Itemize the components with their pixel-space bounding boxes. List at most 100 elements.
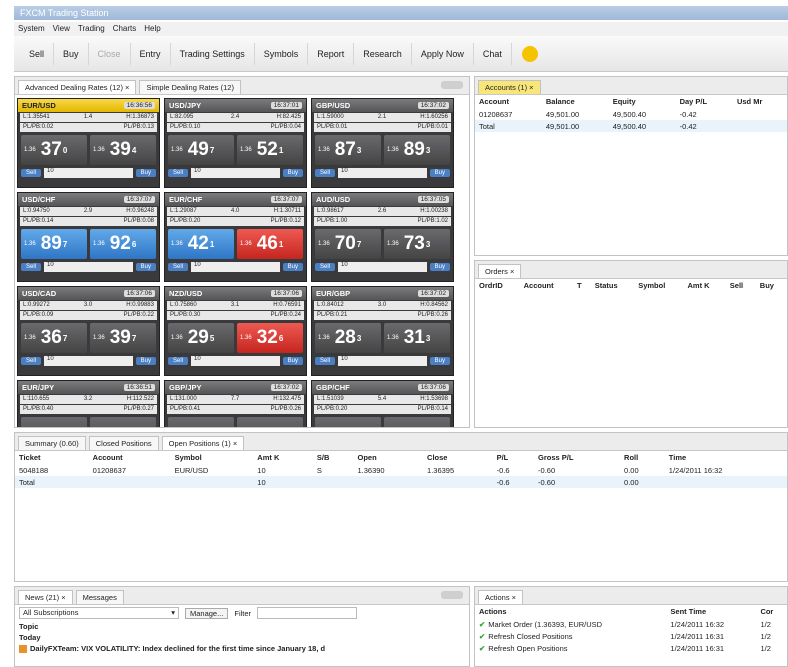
symbols-button[interactable]: Symbols — [255, 42, 309, 65]
column-header[interactable]: Gross P/L — [534, 451, 620, 464]
tile-buy-button[interactable]: Buy — [429, 263, 450, 271]
tile-buy-button[interactable]: Buy — [135, 357, 156, 365]
tile-buy-price[interactable]: 1.36 52 1 — [237, 135, 303, 165]
column-header[interactable]: Time — [665, 451, 787, 464]
entry-button[interactable]: Entry — [131, 42, 171, 65]
column-header[interactable]: Actions — [475, 605, 666, 618]
tile-sell-price[interactable]: 1.36 28 3 — [315, 323, 381, 353]
apply-now-button[interactable]: Apply Now — [412, 42, 474, 65]
tile-sell-button[interactable]: Sell — [168, 263, 189, 271]
tile-header[interactable]: USD/JPY 16:37:01 — [165, 99, 306, 112]
column-header[interactable]: Amt K — [684, 279, 726, 292]
tile-header[interactable]: EUR/USD 16:36:56 — [18, 99, 159, 112]
tab-positions-0[interactable]: Summary (0.60) — [18, 436, 86, 450]
tab-orders[interactable]: Orders × — [478, 264, 522, 278]
tile-sell-price[interactable]: 1.36 37 0 — [21, 135, 87, 165]
tab-positions-1[interactable]: Closed Positions — [88, 436, 159, 450]
tile-header[interactable]: EUR/GBP 16:37:02 — [312, 287, 453, 300]
tile-header[interactable]: EUR/CHF 16:37:07 — [165, 193, 306, 206]
column-header[interactable]: Roll — [620, 451, 665, 464]
tile-header[interactable]: USD/CHF 16:37:07 — [18, 193, 159, 206]
tile-sell-price[interactable]: 1.36 — [315, 417, 381, 427]
column-header[interactable]: Cor — [756, 605, 787, 618]
tile-buy-button[interactable]: Buy — [282, 169, 303, 177]
tile-buy-price[interactable]: 1.36 39 7 — [90, 323, 156, 353]
tile-buy-price[interactable]: 1.36 32 6 — [237, 323, 303, 353]
tile-amount-input[interactable]: 10 — [338, 168, 427, 178]
tile-buy-price[interactable]: 1.36 46 1 — [237, 229, 303, 259]
tile-header[interactable]: NZD/USD 16:37:06 — [165, 287, 306, 300]
tab-positions-2[interactable]: Open Positions (1) × — [161, 436, 245, 450]
column-header[interactable]: Close — [423, 451, 493, 464]
tab-news-0[interactable]: News (21) × — [18, 590, 73, 604]
menu-item-system[interactable]: System — [18, 24, 45, 34]
tile-amount-input[interactable]: 10 — [191, 168, 280, 178]
tile-amount-input[interactable]: 10 — [44, 262, 133, 272]
tile-sell-button[interactable]: Sell — [315, 263, 336, 271]
chat-button[interactable]: Chat — [474, 42, 512, 65]
lightbulb-icon[interactable] — [521, 45, 538, 62]
column-header[interactable]: Ticket — [15, 451, 89, 464]
tile-header[interactable]: USD/CAD 16:37:06 — [18, 287, 159, 300]
column-header[interactable]: Account — [89, 451, 171, 464]
tile-sell-price[interactable]: 1.36 — [21, 417, 87, 427]
column-header[interactable]: Balance — [542, 95, 609, 108]
tile-buy-price[interactable]: 1.36 — [90, 417, 156, 427]
tile-buy-price[interactable]: 1.36 73 3 — [384, 229, 450, 259]
position-row[interactable]: 5048188 01208637 EUR/USD 10 S 1.36390 1.36395 -… — [15, 464, 787, 476]
tile-sell-button[interactable]: Sell — [168, 357, 189, 365]
subscription-select[interactable]: All Subscriptions ▾ — [19, 607, 179, 619]
tile-sell-button[interactable]: Sell — [21, 263, 42, 271]
tab-accounts[interactable]: Accounts (1) × — [478, 80, 541, 94]
tile-buy-price[interactable]: 1.36 — [384, 417, 450, 427]
menu-item-view[interactable]: View — [53, 24, 70, 34]
column-header[interactable]: Buy — [756, 279, 787, 292]
action-row[interactable]: ✔ Refresh Open Positions 1/24/2011 16:31 1/… — [475, 642, 787, 654]
account-row[interactable]: Total 49,501.00 49,500.40 -0.42 — [475, 120, 787, 132]
menu-item-charts[interactable]: Charts — [113, 24, 137, 34]
column-header[interactable]: Account — [475, 95, 542, 108]
tile-header[interactable]: EUR/JPY 16:36:51 — [18, 381, 159, 394]
tile-amount-input[interactable]: 10 — [338, 262, 427, 272]
tile-amount-input[interactable]: 10 — [338, 356, 427, 366]
tile-buy-price[interactable]: 1.36 39 4 — [90, 135, 156, 165]
tile-amount-input[interactable]: 10 — [44, 356, 133, 366]
tab-actions[interactable]: Actions × — [478, 590, 524, 604]
tab-news-1[interactable]: Messages — [75, 590, 124, 604]
tile-sell-price[interactable]: 1.36 49 7 — [168, 135, 234, 165]
tile-sell-price[interactable]: 1.36 87 3 — [315, 135, 381, 165]
filter-input[interactable] — [257, 607, 358, 619]
column-header[interactable]: Symbol — [171, 451, 254, 464]
tile-buy-button[interactable]: Buy — [282, 263, 303, 271]
tile-buy-price[interactable]: 1.36 31 3 — [384, 323, 450, 353]
news-item[interactable]: DailyFXTeam: VIX VOLATILITY: Index decli… — [15, 643, 469, 654]
menu-item-help[interactable]: Help — [144, 24, 160, 34]
column-header[interactable]: Amt K — [253, 451, 313, 464]
tile-buy-button[interactable]: Buy — [135, 169, 156, 177]
report-button[interactable]: Report — [308, 42, 355, 65]
column-header[interactable]: T — [573, 279, 591, 292]
tile-amount-input[interactable]: 10 — [191, 262, 280, 272]
research-button[interactable]: Research — [354, 42, 412, 65]
column-header[interactable]: P/L — [493, 451, 534, 464]
column-header[interactable]: Equity — [609, 95, 676, 108]
tile-header[interactable]: AUD/USD 16:37:05 — [312, 193, 453, 206]
action-row[interactable]: ✔ Refresh Closed Positions 1/24/2011 16:31… — [475, 630, 787, 642]
tile-sell-button[interactable]: Sell — [21, 357, 42, 365]
tile-sell-button[interactable]: Sell — [21, 169, 42, 177]
action-row[interactable]: ✔ Market Order (1.36393, EUR/USD 1/24/2011… — [475, 618, 787, 630]
tile-buy-button[interactable]: Buy — [135, 263, 156, 271]
column-header[interactable]: Sent Time — [666, 605, 756, 618]
column-header[interactable]: Sell — [726, 279, 756, 292]
column-header[interactable]: Day P/L — [676, 95, 733, 108]
column-header[interactable]: S/B — [313, 451, 354, 464]
tile-sell-price[interactable]: 1.36 36 7 — [21, 323, 87, 353]
position-row[interactable]: Total 10 -0.6 -0.60 0.00 — [15, 476, 787, 488]
tile-sell-button[interactable]: Sell — [315, 169, 336, 177]
column-header[interactable]: Account — [520, 279, 573, 292]
column-header[interactable]: Usd Mr — [733, 95, 787, 108]
tile-buy-price[interactable]: 1.36 89 3 — [384, 135, 450, 165]
tile-buy-price[interactable]: 1.36 — [237, 417, 303, 427]
tile-sell-button[interactable]: Sell — [315, 357, 336, 365]
tile-buy-button[interactable]: Buy — [282, 357, 303, 365]
